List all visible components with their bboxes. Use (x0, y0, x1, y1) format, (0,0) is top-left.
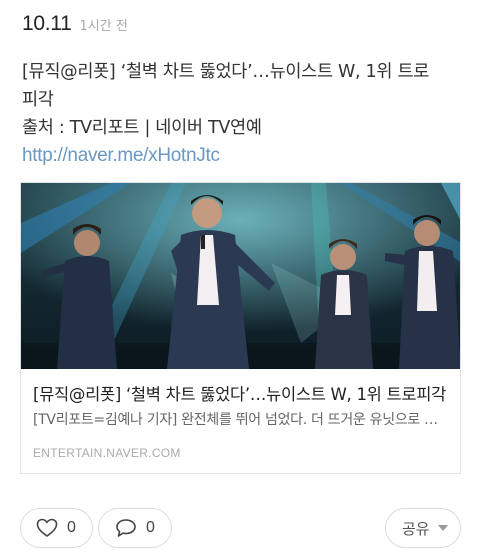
post-body: [뮤직@리폿] ‘철벽 차트 뚫었다’…뉴이스트 W, 1위 트로 피각 출처 … (22, 58, 462, 170)
heart-outline-icon (36, 518, 58, 537)
comment-count: 0 (146, 519, 155, 536)
share-label: 공유 (402, 519, 430, 538)
comment-button[interactable]: 0 (98, 508, 172, 548)
preview-description: [TV리포트=김예나 기자] 완전체를 뛰어 넘었다. 더 뜨거운 유닛으로 돌… (33, 412, 448, 428)
post-text-line: 피각 (22, 90, 54, 110)
share-button[interactable]: 공유 (385, 508, 461, 548)
link-preview-card[interactable]: [뮤직@리폿] ‘철벽 차트 뚫었다’…뉴이스트 W, 1위 트로피각 [TV리… (20, 182, 461, 474)
post-date: 10.11 (22, 12, 72, 35)
preview-source-domain: ENTERTAIN.NAVER.COM (33, 446, 181, 460)
preview-image[interactable] (21, 183, 460, 369)
like-count: 0 (67, 519, 76, 536)
post-link[interactable]: http://naver.me/xHotnJtc (22, 142, 462, 170)
preview-text: [뮤직@리폿] ‘철벽 차트 뚫었다’…뉴이스트 W, 1위 트로피각 [TV리… (21, 381, 460, 460)
preview-title[interactable]: [뮤직@리폿] ‘철벽 차트 뚫었다’…뉴이스트 W, 1위 트로피각 (33, 381, 448, 405)
caret-down-icon (437, 525, 448, 531)
post-header: 10.11 1시간 전 (22, 12, 128, 36)
like-button[interactable]: 0 (20, 508, 93, 548)
post-text-line: [뮤직@리폿] ‘철벽 차트 뚫었다’…뉴이스트 W, 1위 트로 (22, 62, 430, 82)
concert-stage-photo (21, 183, 460, 369)
post-actions: 0 0 공유 (0, 508, 480, 548)
post-source-line: 출처 : TV리포트 | 네이버 TV연예 (22, 118, 262, 138)
speech-bubble-icon (116, 519, 136, 537)
post-time-ago: 1시간 전 (79, 19, 128, 34)
